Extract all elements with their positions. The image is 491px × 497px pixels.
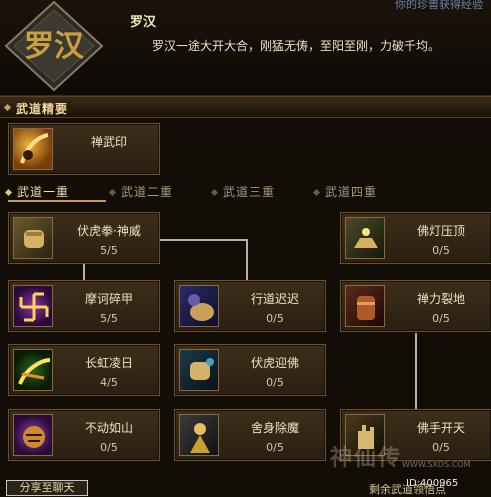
skill-points: 5/5 [100, 312, 118, 325]
monk-icon [179, 414, 219, 456]
lamp-icon [345, 217, 385, 259]
zen-seal-icon [13, 128, 53, 170]
connector-line [246, 239, 248, 280]
connector-line [415, 333, 417, 411]
skill-points: 0/5 [100, 441, 118, 454]
skill-card[interactable]: 不动如山 0/5 [8, 409, 160, 461]
class-description: 罗汉一途大开大合，刚猛无俦，至阳至刚，力破千均。 [152, 39, 441, 53]
palm-icon [179, 285, 219, 327]
skill-label: 佛手开天 [416, 421, 465, 435]
skill-card[interactable]: 伏虎迎佛 0/5 [174, 344, 326, 396]
luohan-emblem-icon: 罗汉 [4, 0, 104, 92]
class-name: 罗汉 [130, 15, 157, 30]
fist-icon [13, 217, 53, 259]
id-badge: ID:400965 [406, 478, 459, 489]
skill-points: 4/5 [100, 376, 118, 389]
skill-label: 佛灯压顶 [416, 224, 465, 238]
skill-points: 0/5 [432, 244, 450, 257]
essence-skill-label: 禅武印 [90, 135, 127, 149]
watermark-url: WWW.SXDS.COM [402, 460, 471, 469]
tab-tier-3[interactable]: 武道三重 [210, 183, 275, 203]
skill-label: 行道迟迟 [250, 292, 299, 306]
class-header: 罗汉 你的珍兽获得经验 罗汉 罗汉一途大开大合，刚猛无俦，至阳至刚，力破千均。 [0, 0, 491, 96]
skill-points: 5/5 [100, 244, 118, 257]
skill-card[interactable]: 行道迟迟 0/5 [174, 280, 326, 332]
diamond-icon [210, 188, 219, 197]
rainbow-icon [13, 349, 53, 391]
gauntlet-icon [345, 285, 385, 327]
skill-card[interactable]: 伏虎拳·神威 5/5 [8, 212, 160, 264]
diamond-icon [108, 188, 117, 197]
skill-card[interactable]: 摩诃碎甲 5/5 [8, 280, 160, 332]
tab-tier-4[interactable]: 武道四重 [312, 183, 377, 203]
watermark-logo: 神仙传 [330, 446, 403, 471]
skill-points: 0/5 [266, 441, 284, 454]
skill-label: 长虹凌日 [84, 356, 133, 370]
skill-points: 0/5 [432, 312, 450, 325]
skill-card[interactable]: 舍身除魔 0/5 [174, 409, 326, 461]
skill-points: 0/5 [432, 441, 450, 454]
skill-label: 禅力裂地 [416, 292, 465, 306]
active-tab-underline [8, 200, 106, 202]
connector-line [83, 264, 85, 280]
skill-card[interactable]: 禅力裂地 0/5 [340, 280, 491, 332]
diamond-icon [312, 188, 321, 197]
share-to-chat-button[interactable]: 分享至聊天 [6, 480, 88, 496]
skill-label: 不动如山 [84, 421, 133, 435]
skill-points: 0/5 [266, 376, 284, 389]
skill-label: 伏虎拳·神威 [77, 224, 141, 238]
tiger-icon [13, 414, 53, 456]
skill-label: 舍身除魔 [250, 421, 299, 435]
skill-card[interactable]: 长虹凌日 4/5 [8, 344, 160, 396]
diamond-icon [4, 188, 13, 197]
fist-icon [179, 349, 219, 391]
emblem-glyph: 罗汉 [24, 29, 85, 64]
skill-label: 摩诃碎甲 [84, 292, 133, 306]
tab-tier-2[interactable]: 武道二重 [108, 183, 173, 203]
connector-line [160, 239, 248, 241]
diamond-bullet-icon [3, 103, 12, 112]
essence-skill-card[interactable]: 禅武印 [8, 123, 160, 175]
skill-card[interactable]: 佛灯压顶 0/5 [340, 212, 491, 264]
section-title-bar: 武道精要 [0, 96, 491, 118]
skill-label: 伏虎迎佛 [250, 356, 299, 370]
section-title: 武道精要 [16, 102, 69, 116]
skill-points: 0/5 [266, 312, 284, 325]
swastika-icon [13, 285, 53, 327]
system-notice: 你的珍兽获得经验 [395, 0, 483, 11]
